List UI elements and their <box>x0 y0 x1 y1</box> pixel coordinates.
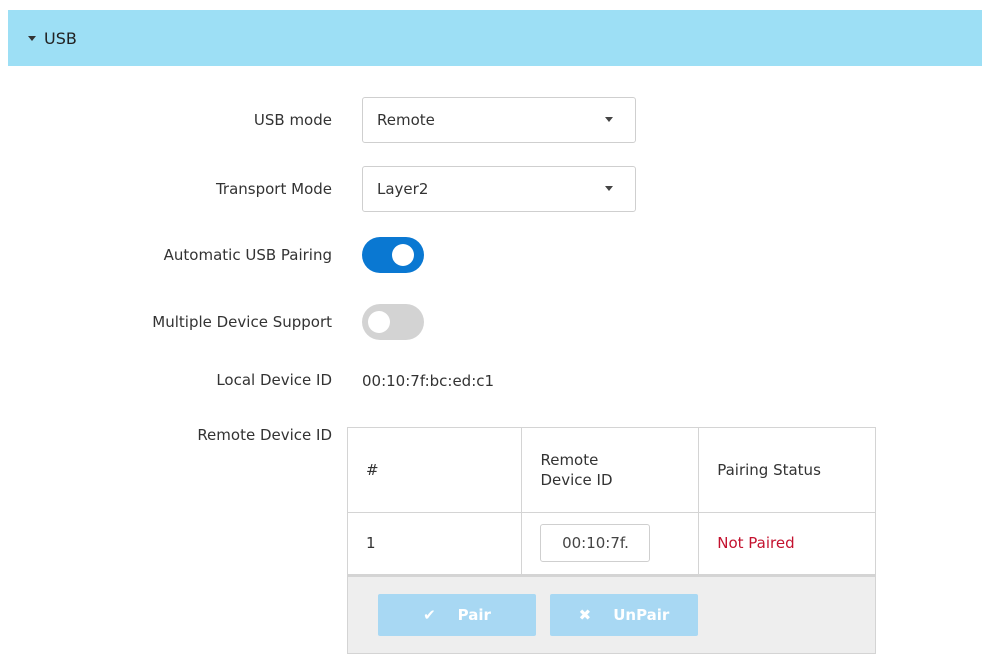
multi-device-label: Multiple Device Support <box>152 313 332 331</box>
dropdown-arrow-icon <box>605 186 613 191</box>
pair-button[interactable]: ✔ Pair <box>378 593 536 636</box>
row-index: 1 <box>348 512 523 575</box>
checkmark-icon: ✔ <box>423 605 436 624</box>
local-device-label: Local Device ID <box>216 371 332 389</box>
usb-settings-page: USB USB mode Remote Transport Mode Layer… <box>0 0 982 656</box>
transport-mode-value: Layer2 <box>377 180 429 198</box>
caret-down-icon <box>28 35 36 41</box>
usb-mode-label: USB mode <box>253 111 332 129</box>
toggle-knob <box>392 244 414 266</box>
table-action-bar: ✔ Pair ✖ UnPair <box>348 574 875 653</box>
dropdown-arrow-icon <box>605 117 613 122</box>
table-row: 1 00:10:7f. Not Paired <box>348 512 875 575</box>
auto-pairing-label: Automatic USB Pairing <box>163 246 332 264</box>
auto-pairing-toggle[interactable] <box>362 237 424 273</box>
unpair-button[interactable]: ✖ UnPair <box>550 593 698 636</box>
toggle-knob <box>368 311 390 333</box>
column-header-index: # <box>348 428 523 513</box>
local-device-row: Local Device ID 00:10:7f:bc:ed:c1 <box>0 368 982 392</box>
row-device-id-cell: 00:10:7f. <box>521 512 700 575</box>
transport-mode-select[interactable]: Layer2 <box>362 166 636 212</box>
multi-device-row: Multiple Device Support <box>0 303 982 341</box>
transport-mode-label: Transport Mode <box>215 180 332 198</box>
remote-device-label: Remote Device ID <box>197 426 332 444</box>
pairing-status: Not Paired <box>698 512 875 575</box>
column-header-pairing-status: Pairing Status <box>698 428 875 513</box>
usb-mode-select[interactable]: Remote <box>362 97 636 143</box>
auto-pairing-row: Automatic USB Pairing <box>0 236 982 274</box>
local-device-value: 00:10:7f:bc:ed:c1 <box>362 371 495 390</box>
remote-device-table: # Remote Device ID Pairing Status 1 00:1… <box>347 427 876 654</box>
transport-mode-row: Transport Mode Layer2 <box>0 165 982 213</box>
x-icon: ✖ <box>578 605 592 624</box>
unpair-button-label: UnPair <box>613 605 670 624</box>
column-header-device-id: Remote Device ID <box>521 428 700 513</box>
usb-section-header[interactable]: USB <box>8 10 982 66</box>
section-title: USB <box>44 28 77 48</box>
table-header-row: # Remote Device ID Pairing Status <box>348 428 875 513</box>
multi-device-toggle[interactable] <box>362 304 424 340</box>
remote-device-id-input[interactable]: 00:10:7f. <box>540 524 651 562</box>
usb-mode-value: Remote <box>377 111 435 129</box>
usb-mode-row: USB mode Remote <box>0 96 982 144</box>
pair-button-label: Pair <box>457 605 491 624</box>
